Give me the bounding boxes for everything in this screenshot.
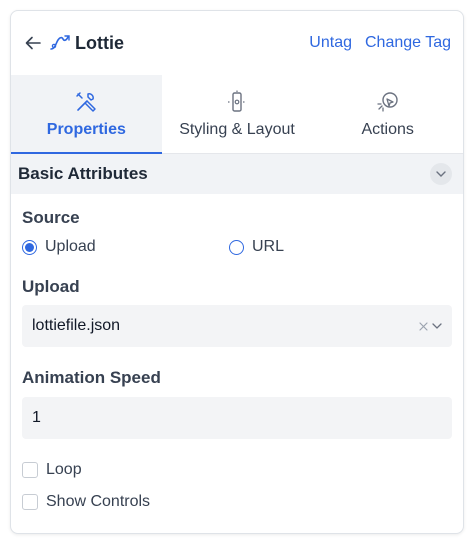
animation-speed-label: Animation Speed	[22, 368, 161, 387]
animation-speed-input[interactable]	[32, 409, 442, 427]
tab-label: Actions	[361, 121, 414, 138]
source-radio-group: Upload URL	[22, 238, 452, 256]
show-controls-checkbox[interactable]	[22, 494, 38, 510]
clear-icon[interactable]	[419, 321, 428, 331]
show-controls-checkbox-row: Show Controls	[22, 493, 452, 511]
radio-label: URL	[252, 238, 285, 255]
upload-select-value: lottiefile.json	[32, 317, 121, 334]
tab-styling-layout[interactable]: Styling & Layout	[162, 75, 313, 153]
upload-radio[interactable]	[22, 239, 37, 255]
source-url-option[interactable]: URL	[229, 238, 284, 256]
collapse-button[interactable]	[430, 163, 452, 185]
chevron-down-icon	[436, 171, 446, 177]
animation-speed-field: Animation Speed	[22, 368, 452, 439]
loop-option[interactable]: Loop	[22, 461, 452, 479]
source-upload-option[interactable]: Upload	[22, 238, 229, 256]
source-field: Source Upload URL	[22, 208, 452, 256]
show-controls-option[interactable]: Show Controls	[22, 493, 452, 511]
section-title: Basic Attributes	[18, 164, 148, 183]
lottie-icon	[49, 32, 71, 54]
panel-header: Lottie Untag Change Tag	[11, 11, 463, 75]
upload-field: Upload lottiefile.json	[22, 277, 452, 347]
source-label: Source	[22, 208, 80, 227]
section-body: Source Upload URL Upload lottiefile.json	[11, 208, 463, 511]
upload-select[interactable]: lottiefile.json	[22, 305, 452, 347]
tab-actions[interactable]: Actions	[312, 75, 463, 153]
radio-label: Upload	[45, 238, 96, 255]
change-tag-button[interactable]: Change Tag	[365, 34, 451, 52]
back-arrow-icon[interactable]	[23, 33, 43, 53]
upload-label: Upload	[22, 277, 80, 296]
untag-button[interactable]: Untag	[309, 34, 352, 52]
tab-bar: Properties Styling & Layout Actions	[11, 75, 463, 154]
properties-panel: Lottie Untag Change Tag Properties Styli…	[10, 10, 464, 534]
select-controls	[419, 321, 442, 331]
checkbox-label: Loop	[46, 461, 82, 478]
tab-properties[interactable]: Properties	[11, 75, 162, 154]
tab-label: Styling & Layout	[179, 121, 295, 138]
checkbox-label: Show Controls	[46, 493, 151, 510]
cursor-click-icon	[375, 89, 401, 115]
loop-checkbox-row: Loop	[22, 461, 452, 479]
animation-speed-input-wrapper	[22, 397, 452, 439]
chevron-down-icon[interactable]	[432, 323, 442, 329]
loop-checkbox[interactable]	[22, 462, 38, 478]
header-actions: Untag Change Tag	[309, 34, 451, 52]
basic-attributes-header[interactable]: Basic Attributes	[11, 154, 463, 194]
tools-icon	[73, 89, 99, 115]
device-icon	[224, 89, 250, 115]
page-title: Lottie	[75, 32, 124, 53]
tab-label: Properties	[46, 121, 126, 138]
url-radio[interactable]	[229, 239, 244, 255]
